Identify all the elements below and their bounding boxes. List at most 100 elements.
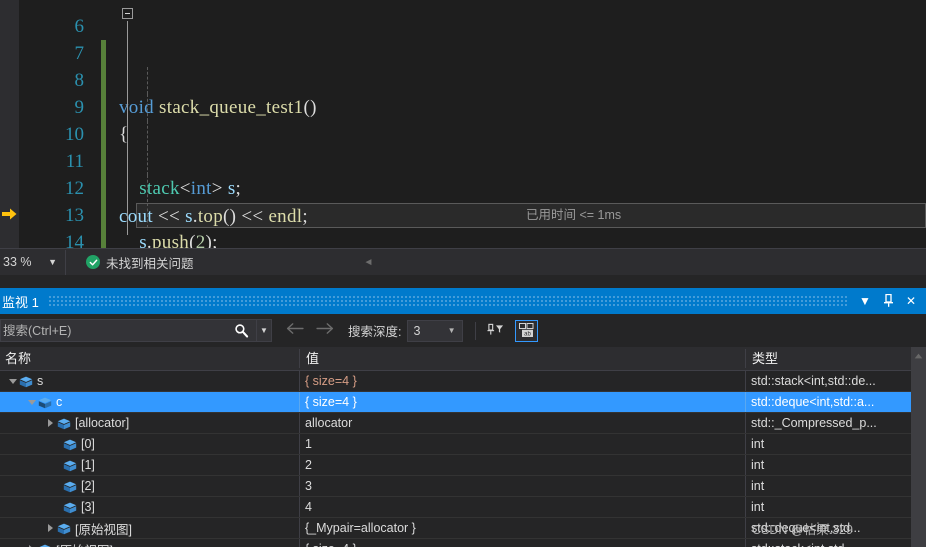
table-row[interactable]: [1] 2 int: [0, 455, 911, 476]
indent-guide: [147, 121, 148, 148]
variable-name: [原始视图]: [75, 522, 132, 537]
expander-toggle-icon[interactable]: [44, 518, 57, 538]
table-row[interactable]: [3] 4 int: [0, 497, 911, 518]
code-editor[interactable]: 6 7 void stack_queue_test1() 8 { 9 stack…: [0, 0, 926, 248]
issue-status[interactable]: 未找到相关问题: [86, 253, 194, 272]
variable-cube-icon: [38, 396, 52, 409]
variable-name-cell[interactable]: [allocator]: [0, 413, 299, 433]
watch-variable-grid[interactable]: s { size=4 } std::stack<int,std::de... c…: [0, 371, 911, 547]
search-depth-control[interactable]: 3 ▼: [407, 319, 464, 342]
toolbar-separator: [475, 321, 477, 340]
code-line[interactable]: 11 s.push(2);: [19, 121, 926, 248]
variable-value[interactable]: { size=4 }: [301, 371, 745, 391]
variable-cube-icon: [63, 480, 77, 493]
variable-type: std::stack<int,std::de...: [751, 374, 876, 388]
title-bar-drag-handle[interactable]: [48, 296, 850, 306]
table-row[interactable]: [allocator] allocator std::_Compressed_p…: [0, 413, 911, 434]
variable-cube-icon: [63, 501, 77, 514]
vertical-scrollbar[interactable]: [911, 347, 926, 547]
code-lines[interactable]: 6 7 void stack_queue_test1() 8 { 9 stack…: [19, 0, 926, 248]
collapse-fold-icon[interactable]: [122, 8, 133, 19]
variable-name-cell[interactable]: [0]: [0, 434, 299, 454]
watch-tab-label[interactable]: 监视 1: [2, 292, 39, 311]
column-header-type[interactable]: 类型: [747, 347, 911, 370]
scroll-up-icon[interactable]: [911, 347, 926, 364]
search-prev-icon[interactable]: [286, 322, 305, 340]
variable-type: int: [751, 437, 765, 451]
variable-type: std::stack<int,std...: [747, 539, 911, 547]
variable-value[interactable]: 4: [301, 497, 745, 517]
code-line[interactable]: 6: [19, 0, 926, 67]
variable-name-cell[interactable]: [3]: [0, 497, 299, 517]
variable-name: [0]: [81, 437, 95, 451]
search-depth-value[interactable]: 3: [408, 324, 420, 338]
code-line[interactable]: 8 {: [19, 40, 926, 145]
code-line[interactable]: 12 s.push(3);: [19, 148, 926, 229]
pin-filter-icon[interactable]: [484, 320, 507, 342]
code-line[interactable]: 7 void stack_queue_test1(): [19, 13, 926, 118]
expander-toggle-icon[interactable]: [25, 539, 38, 547]
variable-value[interactable]: 1: [301, 434, 745, 454]
table-row[interactable]: [2] 3 int: [0, 476, 911, 497]
close-icon[interactable]: ✕: [906, 295, 916, 307]
variable-name: [3]: [81, 500, 95, 514]
variable-name-cell[interactable]: [2]: [0, 476, 299, 496]
hex-display-icon[interactable]: ab: [515, 319, 539, 342]
issue-status-label: 未找到相关问题: [106, 256, 194, 271]
visual-studio-window: 6 7 void stack_queue_test1() 8 { 9 stack…: [0, 0, 926, 547]
variable-name-cell[interactable]: s: [0, 371, 299, 391]
search-options-dropdown-icon[interactable]: ▼: [256, 320, 271, 341]
variable-name-cell[interactable]: [原始视图]: [0, 518, 299, 538]
column-header-name[interactable]: 名称: [0, 347, 299, 370]
zoom-level-value: 33 %: [3, 255, 32, 269]
collapse-arrow-icon[interactable]: ◄: [364, 257, 374, 268]
code-line[interactable]: 15 }: [19, 229, 926, 248]
variable-cube-icon: [57, 522, 71, 535]
table-row[interactable]: [原始视图] {_Mypair=allocator } std::deque<i…: [0, 518, 911, 539]
table-row[interactable]: [0] 1 int: [0, 434, 911, 455]
chevron-down-icon[interactable]: ▼: [48, 257, 57, 267]
search-next-icon[interactable]: [315, 322, 334, 340]
code-line[interactable]: 13 s.push(4);: [19, 175, 926, 248]
code-line[interactable]: 10 s.push(1);: [19, 94, 926, 226]
check-circle-icon: [86, 255, 100, 269]
watch-window: 监视 1 ▼ ✕ 搜索(Ctrl+E) ▼ 搜索深度: 3 ▼ ab 名称 值 …: [0, 275, 926, 547]
pin-icon[interactable]: [883, 293, 894, 309]
table-row[interactable]: c { size=4 } std::deque<int,std::a...: [0, 392, 911, 413]
indent-guide: [147, 148, 148, 175]
elapsed-time-annotation: 已用时间 <= 1ms: [526, 208, 622, 222]
zoom-level-control[interactable]: 33 % ▼: [0, 249, 66, 275]
expander-toggle-icon[interactable]: [44, 413, 57, 433]
variable-value[interactable]: 2: [301, 455, 745, 475]
search-input[interactable]: [1, 322, 226, 339]
watch-title-bar[interactable]: 监视 1 ▼ ✕: [0, 288, 926, 314]
variable-type: std::deque<int,std::a...: [751, 395, 875, 409]
table-row[interactable]: s { size=4 } std::stack<int,std::de...: [0, 371, 911, 392]
variable-value[interactable]: allocator: [301, 413, 745, 433]
magnifier-icon[interactable]: [226, 320, 256, 341]
chevron-down-icon[interactable]: ▼: [448, 326, 456, 335]
variable-type: std::_Compressed_p...: [751, 416, 877, 430]
variable-name: [2]: [81, 479, 95, 493]
variable-value[interactable]: {_Mypair=allocator }: [301, 518, 745, 538]
expander-toggle-icon[interactable]: [6, 371, 19, 391]
search-box[interactable]: ▼: [0, 319, 272, 342]
expander-toggle-icon[interactable]: [25, 392, 38, 412]
variable-type: std::deque<int,std...: [751, 521, 861, 535]
variable-name-cell[interactable]: [原始视图]: [0, 539, 299, 547]
code-line[interactable]: 9 stack<int> s;: [19, 67, 926, 199]
variable-value[interactable]: { size=4 }: [301, 392, 745, 412]
variable-name-cell[interactable]: [1]: [0, 455, 299, 475]
variable-cube-icon: [63, 459, 77, 472]
column-header-value[interactable]: 值: [301, 347, 745, 370]
table-row[interactable]: [原始视图] { size=4 } std::stack<int,std...: [0, 539, 911, 547]
column-divider[interactable]: [745, 349, 746, 368]
variable-value[interactable]: 3: [301, 476, 745, 496]
variable-name-cell[interactable]: c: [0, 392, 299, 412]
variable-cube-icon: [63, 438, 77, 451]
chevron-down-icon[interactable]: ▼: [859, 295, 871, 307]
execution-arrow-icon: [1, 205, 18, 223]
variable-value[interactable]: { size=4 }: [301, 539, 745, 547]
svg-text:ab: ab: [524, 332, 531, 338]
column-divider[interactable]: [299, 349, 300, 368]
